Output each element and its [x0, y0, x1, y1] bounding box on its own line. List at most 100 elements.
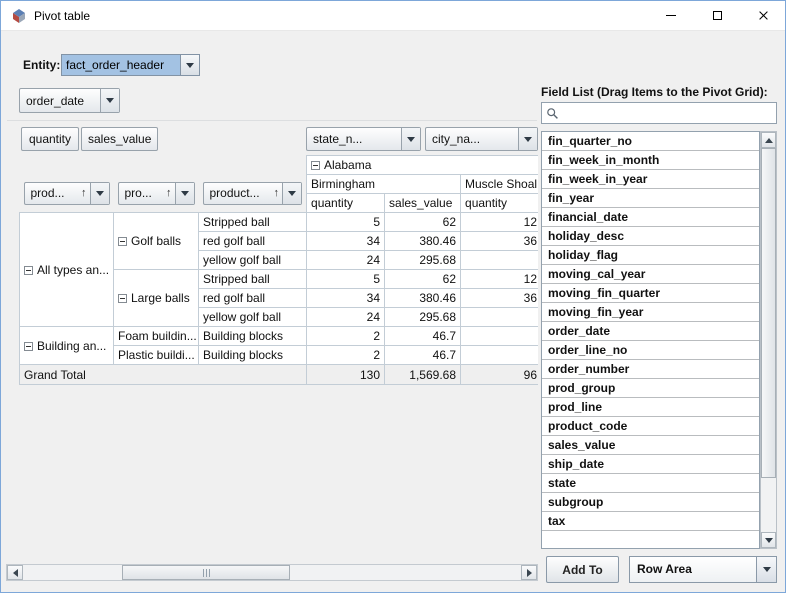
value-cell: 34 — [307, 232, 385, 251]
field-list-item[interactable]: moving_fin_year — [542, 303, 759, 322]
chevron-down-icon[interactable] — [91, 183, 109, 204]
field-list-item[interactable]: order_line_no — [542, 341, 759, 360]
row-field-label: product... — [204, 186, 274, 200]
chevron-down-icon[interactable] — [519, 128, 537, 150]
value-cell — [461, 327, 538, 346]
entity-combobox[interactable]: fact_order_header — [61, 54, 200, 76]
field-list-item[interactable]: moving_fin_quarter — [542, 284, 759, 303]
grand-total-label: Grand Total — [20, 365, 307, 385]
field-list-item[interactable]: fin_quarter_no — [542, 132, 759, 151]
field-list-item[interactable]: order_date — [542, 322, 759, 341]
column-field-chip-state[interactable]: state_n... — [306, 127, 421, 151]
field-list-item[interactable]: financial_date — [542, 208, 759, 227]
chevron-down-icon[interactable] — [756, 557, 776, 582]
field-list-item[interactable]: holiday_desc — [542, 227, 759, 246]
chevron-down-icon[interactable] — [180, 55, 199, 75]
entity-value: fact_order_header — [62, 55, 180, 75]
collapse-icon[interactable] — [118, 237, 127, 246]
chevron-down-icon[interactable] — [402, 128, 420, 150]
field-search-input[interactable] — [559, 104, 776, 122]
add-to-button[interactable]: Add To — [546, 556, 619, 583]
value-cell: 295.68 — [385, 251, 461, 270]
row-field-chip-prod-line[interactable]: pro... ↑ — [118, 182, 195, 205]
measure-chip-label: sales_value — [82, 132, 157, 146]
row-group-cell[interactable]: All types an... — [20, 213, 114, 327]
measure-chip-quantity[interactable]: quantity — [21, 127, 79, 151]
horizontal-scrollbar-thumb[interactable] — [122, 565, 290, 580]
collapse-icon[interactable] — [118, 294, 127, 303]
maximize-button[interactable] — [694, 1, 740, 30]
field-list-item[interactable]: prod_group — [542, 379, 759, 398]
value-cell: 5 — [307, 213, 385, 232]
measure-chip-sales-value[interactable]: sales_value — [81, 127, 158, 151]
filter-chip-label: order_date — [20, 94, 100, 108]
row-field-chip-prod-group[interactable]: prod... ↑ — [24, 182, 110, 205]
field-list-item[interactable]: subgroup — [542, 493, 759, 512]
row-group-cell[interactable]: Golf balls — [114, 213, 199, 270]
value-cell: 5 — [307, 270, 385, 289]
scroll-left-button[interactable] — [7, 565, 23, 580]
filter-chip-order-date[interactable]: order_date — [19, 88, 120, 113]
row-group-cell[interactable]: Building an... — [20, 327, 114, 365]
value-cell: 2 — [307, 346, 385, 365]
collapse-icon[interactable] — [24, 342, 33, 351]
chevron-down-icon[interactable] — [101, 89, 119, 112]
sort-asc-icon[interactable]: ↑ — [274, 187, 283, 199]
value-cell: 36 — [461, 232, 538, 251]
minimize-button[interactable] — [648, 1, 694, 30]
close-button[interactable] — [740, 1, 786, 30]
value-header: sales_value — [385, 194, 461, 213]
field-list-item[interactable]: fin_week_in_year — [542, 170, 759, 189]
field-list-item[interactable]: fin_year — [542, 189, 759, 208]
product-cell: Building blocks — [199, 327, 307, 346]
collapse-icon[interactable] — [24, 266, 33, 275]
column-field-label: state_n... — [307, 132, 401, 146]
field-list-item[interactable]: ship_date — [542, 455, 759, 474]
field-list-item[interactable]: tax — [542, 512, 759, 531]
field-list-scrollbar[interactable] — [760, 131, 777, 549]
field-list-item[interactable]: product_code — [542, 417, 759, 436]
row-field-chip-product[interactable]: product... ↑ — [203, 182, 303, 205]
field-list-item[interactable]: fin_week_in_month — [542, 151, 759, 170]
field-list-item[interactable]: holiday_flag — [542, 246, 759, 265]
scroll-up-button[interactable] — [761, 132, 776, 148]
column-field-chip-city[interactable]: city_na... — [425, 127, 538, 151]
field-list-title: Field List (Drag Items to the Pivot Grid… — [541, 85, 768, 99]
horizontal-scrollbar[interactable] — [6, 564, 538, 581]
field-list-item[interactable]: moving_cal_year — [542, 265, 759, 284]
field-search-box[interactable] — [541, 102, 777, 124]
row-group-cell[interactable]: Large balls — [114, 270, 199, 327]
row-group-cell[interactable]: Plastic buildi... — [114, 346, 199, 365]
sort-asc-icon[interactable]: ↑ — [81, 187, 90, 199]
value-cell: 12 — [461, 270, 538, 289]
chevron-down-icon[interactable] — [176, 183, 194, 204]
grip-icon — [206, 569, 207, 577]
product-cell: Building blocks — [199, 346, 307, 365]
scroll-right-button[interactable] — [521, 565, 537, 580]
area-combobox[interactable]: Row Area — [629, 556, 777, 583]
sort-asc-icon[interactable]: ↑ — [166, 187, 175, 199]
collapse-icon[interactable] — [311, 161, 320, 170]
value-cell — [461, 308, 538, 327]
product-cell: yellow golf ball — [199, 251, 307, 270]
row-field-label: pro... — [119, 186, 167, 200]
arrow-down-icon — [765, 538, 773, 543]
product-cell: Stripped ball — [199, 270, 307, 289]
window-title: Pivot table — [34, 1, 90, 31]
value-cell: 2 — [307, 327, 385, 346]
row-group-cell[interactable]: Foam buildin... — [114, 327, 199, 346]
field-list-item[interactable]: order_number — [542, 360, 759, 379]
scroll-down-button[interactable] — [761, 532, 776, 548]
value-cell — [461, 251, 538, 270]
close-icon — [758, 10, 769, 21]
area-combobox-value: Row Area — [630, 557, 756, 582]
row-field-label: prod... — [25, 186, 82, 200]
field-list-item[interactable]: state — [542, 474, 759, 493]
measure-chip-label: quantity — [22, 132, 78, 146]
field-list-scrollbar-thumb[interactable] — [761, 148, 776, 478]
field-list-item[interactable]: sales_value — [542, 436, 759, 455]
field-list-item[interactable]: prod_line — [542, 398, 759, 417]
row-group-label: Large balls — [131, 291, 190, 305]
chevron-down-icon[interactable] — [283, 183, 301, 204]
product-cell: yellow golf ball — [199, 308, 307, 327]
